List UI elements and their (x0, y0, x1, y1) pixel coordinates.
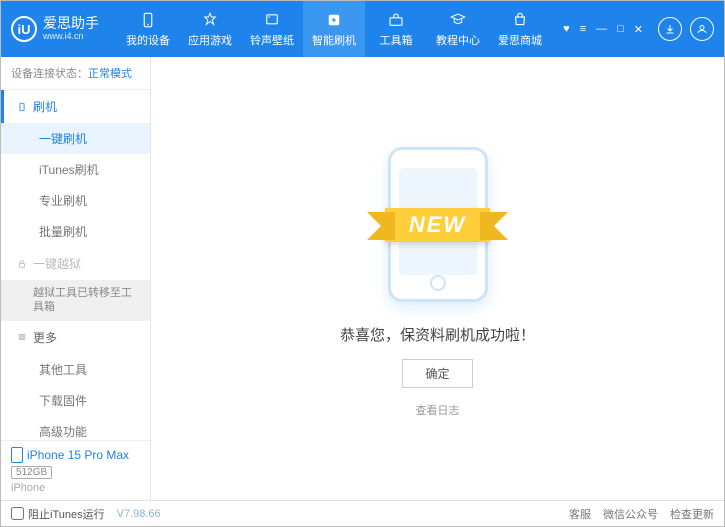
sub-download-firmware[interactable]: 下载固件 (1, 385, 150, 416)
link-update[interactable]: 检查更新 (670, 506, 714, 522)
app-url: www.i4.cn (43, 32, 99, 42)
user-button[interactable] (690, 17, 714, 41)
list-icon[interactable]: ≡ (577, 21, 589, 38)
device-storage: 512GB (11, 466, 52, 479)
nav-apps-games[interactable]: 应用游戏 (179, 1, 241, 57)
group-more[interactable]: 更多 (1, 321, 150, 354)
nav-tutorials[interactable]: 教程中心 (427, 1, 489, 57)
window-controls: ♥ ≡ — □ ✕ (560, 21, 646, 38)
new-ribbon: NEW (385, 208, 490, 242)
menu-icon[interactable]: ♥ (560, 21, 573, 38)
nav-my-device[interactable]: 我的设备 (117, 1, 179, 57)
version: V7.98.66 (117, 508, 161, 520)
device-type: iPhone (11, 482, 140, 494)
sidebar: 设备连接状态：正常模式 刷机 一键刷机 iTunes刷机 专业刷机 批量刷机 一… (1, 57, 151, 500)
connection-status: 设备连接状态：正常模式 (1, 57, 150, 90)
maximize-icon[interactable]: □ (614, 21, 627, 38)
nav-ringtones[interactable]: 铃声壁纸 (241, 1, 303, 57)
sub-itunes-flash[interactable]: iTunes刷机 (1, 154, 150, 185)
link-support[interactable]: 客服 (569, 506, 591, 522)
nav-store[interactable]: 爱思商城 (489, 1, 551, 57)
check-block-itunes[interactable]: 阻止iTunes运行 (11, 506, 105, 522)
ok-button[interactable]: 确定 (402, 359, 472, 388)
group-jailbreak[interactable]: 一键越狱 (1, 247, 150, 280)
minimize-icon[interactable]: — (593, 21, 610, 38)
close-icon[interactable]: ✕ (631, 21, 646, 38)
title-bar: iU 爱思助手 www.i4.cn 我的设备 应用游戏 铃声壁纸 智能刷机 工具… (1, 1, 724, 57)
app-logo: iU 爱思助手 www.i4.cn (11, 16, 99, 42)
app-title: 爱思助手 (43, 16, 99, 31)
sub-other-tools[interactable]: 其他工具 (1, 354, 150, 385)
success-message: 恭喜您，保资料刷机成功啦！ (340, 324, 535, 345)
sub-one-click-flash[interactable]: 一键刷机 (1, 123, 150, 154)
status-bar: 阻止iTunes运行 V7.98.66 客服 微信公众号 检查更新 (1, 500, 724, 526)
main-content: NEW 恭喜您，保资料刷机成功啦！ 确定 查看日志 (151, 57, 724, 500)
sub-pro-flash[interactable]: 专业刷机 (1, 185, 150, 216)
logo-icon: iU (11, 16, 37, 42)
nav-smart-flash[interactable]: 智能刷机 (303, 1, 365, 57)
view-log-link[interactable]: 查看日志 (416, 402, 460, 418)
jailbreak-info: 越狱工具已转移至工具箱 (1, 280, 150, 321)
success-illustration: NEW (338, 140, 538, 310)
sub-batch-flash[interactable]: 批量刷机 (1, 216, 150, 247)
download-button[interactable] (658, 17, 682, 41)
sub-advanced[interactable]: 高级功能 (1, 416, 150, 440)
group-flash[interactable]: 刷机 (1, 90, 150, 123)
device-info[interactable]: iPhone 15 Pro Max 512GB iPhone (1, 440, 150, 500)
main-nav: 我的设备 应用游戏 铃声壁纸 智能刷机 工具箱 教程中心 爱思商城 (117, 1, 551, 57)
nav-toolbox[interactable]: 工具箱 (365, 1, 427, 57)
device-name: iPhone 15 Pro Max (11, 447, 140, 463)
link-wechat[interactable]: 微信公众号 (603, 506, 658, 522)
